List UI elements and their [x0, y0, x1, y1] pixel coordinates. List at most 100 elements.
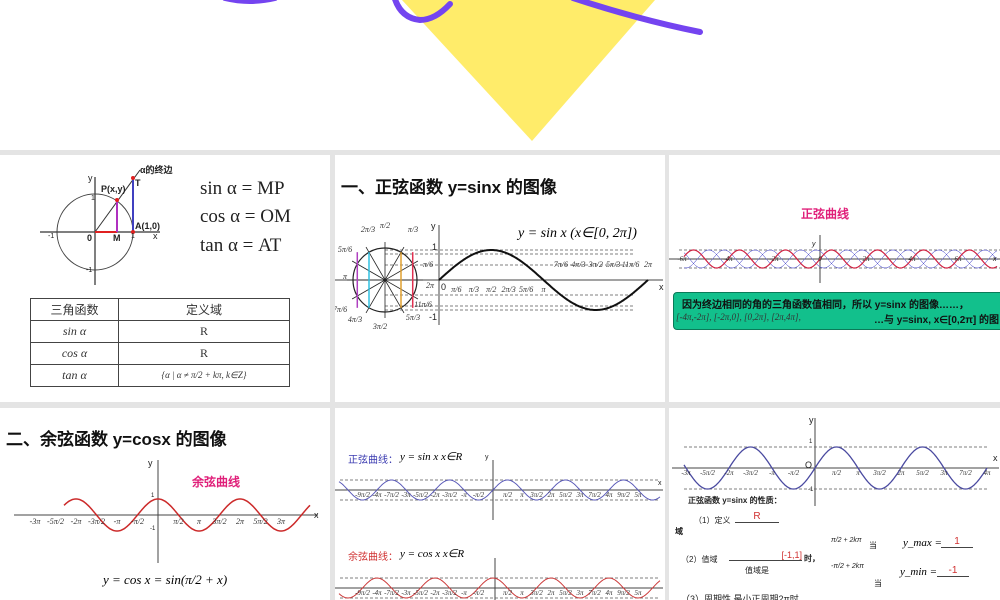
slide-thumb-cosine-graph[interactable]: 二、余弦函数 y=cosx 的图像 余弦曲线 y x 1 -1 y = cos … [0, 408, 330, 600]
x-tick-label: -π [461, 491, 467, 499]
sine-construction-diagram [335, 225, 663, 325]
y-axis-label: y [812, 241, 816, 248]
y-one-label: 1 [151, 493, 155, 499]
hero-decoration [222, 0, 703, 141]
when-label-min: 当 [874, 579, 882, 588]
yellow-triangle [402, 0, 655, 141]
y-axis-label: y [431, 221, 436, 231]
item2-value: [-1,1] [729, 550, 802, 561]
ymin-value: -1 [937, 565, 969, 577]
x-tick-label: -6π [677, 255, 687, 263]
max-condition: π/2 + 2kπ [831, 537, 862, 544]
ymin-label: y_min = [900, 566, 938, 578]
y-axis-label: y [148, 458, 153, 468]
x-tick-label: -5π/2 [47, 517, 64, 526]
slide-thumb-sine-properties[interactable]: y x O 1 -1 正弦函数 y=sinx 的性质： （1）定义 R 域 （2… [669, 408, 1000, 600]
table-header-row: 三角函数 定义域 [30, 298, 290, 321]
item3-periodicity: （3）周期性 最小正周期2π时， [681, 594, 808, 600]
x-tick-label: -π [113, 517, 121, 526]
x-tick-label: π [520, 589, 524, 597]
x-tick-label: π/6 [451, 285, 462, 294]
banner-line-1: 因为终边相同的角的三角函数值相同，所以 y=sinx 的图像……， [682, 300, 969, 311]
x-tick-label: -5π/2 [700, 469, 715, 477]
x-tick-label: -4π [372, 491, 382, 499]
sine-curve-band [669, 235, 1000, 283]
x-tick-label: 9π/2 [617, 491, 630, 499]
y-neg-one-label: -1 [808, 487, 814, 493]
x-tick-label: 5π/2 [916, 469, 929, 477]
x-tick-label: 4π [983, 469, 991, 477]
slide-thumb-unit-circle[interactable]: y x P(x,y) T α的终边 A(1,0) 0 M 1 -1 1 -1 s… [0, 155, 330, 402]
x-one-label: 1 [131, 233, 135, 240]
item2-tail: 时， [804, 554, 820, 563]
x-tick-label: π/2 [173, 517, 184, 526]
x-tick-label: 9π/2 [617, 589, 630, 597]
x-tick-label: -2π [430, 589, 440, 597]
x-tick-label: π/2 [832, 469, 841, 477]
table-row: tan α {α | α ≠ π/2 + kπ, k∈Z} [30, 364, 290, 387]
circle-angle-label: 11π/6 [414, 300, 432, 309]
x-tick-label: 5π/2 [559, 589, 572, 597]
x-tick-label: -3π/2 [442, 491, 457, 499]
circle-angle-label: 7π/6 [335, 305, 348, 314]
x-tick-label: 4π [605, 491, 613, 499]
x-tick-label: 3π [576, 589, 584, 597]
origin-label: 0 [441, 282, 447, 292]
x-tick-label: 3π/2 [530, 589, 543, 597]
hero-slide-partial[interactable] [0, 0, 1000, 150]
y-one-label: 1 [809, 439, 813, 445]
x-tick-label: 5π/2 [559, 491, 572, 499]
y-axis-label: y [485, 454, 489, 461]
x-tick-label: π/2 [486, 285, 497, 294]
banner-intervals: [-4π,-2π], [-2π,0], [0,2π], [2π,4π], [676, 312, 801, 322]
x-tick-label: -3π [401, 491, 411, 499]
y-neg-one-label: -1 [429, 312, 438, 322]
item2-sub: 值域是 [745, 566, 769, 575]
x-axis-label: x [993, 256, 997, 263]
x-tick-label: 3π/2 [212, 517, 227, 526]
x-neg-one-label: -1 [48, 233, 55, 240]
ymax-label: y_max = [903, 537, 942, 549]
x-tick-label: 3π [276, 517, 286, 526]
x-tick-label: 3π/2 [873, 469, 886, 477]
slide-thumb-sine-curve[interactable]: 正弦曲线 y x 因为终边相同的角的三角函数值相同，所以 y=sinx 的图像…… [669, 155, 1000, 402]
x-tick-label: -2π [430, 491, 440, 499]
origin-label: O [805, 460, 813, 470]
circle-angle-label: π/2 [379, 221, 391, 230]
x-tick-label: 3π [576, 491, 584, 499]
x-tick-label: -2π [724, 469, 734, 477]
slide-thumb-sine-graph[interactable]: 一、正弦函数 y=sinx 的图像 y = sin x (x∈[0, 2π]) … [335, 155, 665, 402]
tan-formula: tan α = AT [200, 235, 282, 256]
table-cell: {α | α ≠ π/2 + kπ, k∈Z} [118, 364, 290, 387]
item1-tail: 域 [675, 527, 683, 536]
x-axis-label: x [153, 231, 158, 241]
x-tick-label: -4π [723, 255, 733, 263]
x-tick-label: -π [461, 589, 467, 597]
cosine-identity-formula: y = cos x = sin(π/2 + x) [103, 572, 228, 587]
x-tick-label: 3π [940, 469, 948, 477]
point-p-label: P(x,y) [101, 184, 126, 194]
x-tick-label: -4π [372, 589, 382, 597]
table-cell: R [118, 320, 290, 343]
y-axis-label: y [809, 415, 814, 425]
x-tick-label: -π/2 [472, 491, 485, 499]
table-row: cos αR [30, 342, 290, 365]
circle-angle-label: 3π/2 [372, 322, 388, 331]
x-tick-label: 5π/3 [606, 260, 621, 269]
circle-angle-label: π/3 [407, 225, 419, 234]
cos-formula: cos α = OM [200, 206, 291, 227]
x-tick-label: π [541, 285, 546, 294]
domain-table: 三角函数 定义域 sin αR cos αR tan α {α | α ≠ π/2 … [30, 298, 290, 387]
x-tick-label: π/3 [468, 285, 479, 294]
slide-thumb-sine-cosine-curves[interactable]: 正弦曲线： y = sin x x∈R 余弦曲线： y = cos x x∈R … [335, 408, 665, 600]
x-tick-label: 5π [634, 491, 642, 499]
point-m-label: M [113, 233, 121, 243]
y-one-label: 1 [432, 242, 438, 252]
circle-angle-label: 2π [425, 281, 435, 290]
properties-heading: 正弦函数 y=sinx 的性质： [688, 496, 782, 505]
table-row: sin αR [30, 320, 290, 343]
x-tick-label: 2π [897, 469, 905, 477]
x-tick-label: 7π/6 [553, 260, 569, 269]
x-tick-label: -3π [401, 589, 411, 597]
item2-label: （2）值域 [681, 555, 718, 564]
